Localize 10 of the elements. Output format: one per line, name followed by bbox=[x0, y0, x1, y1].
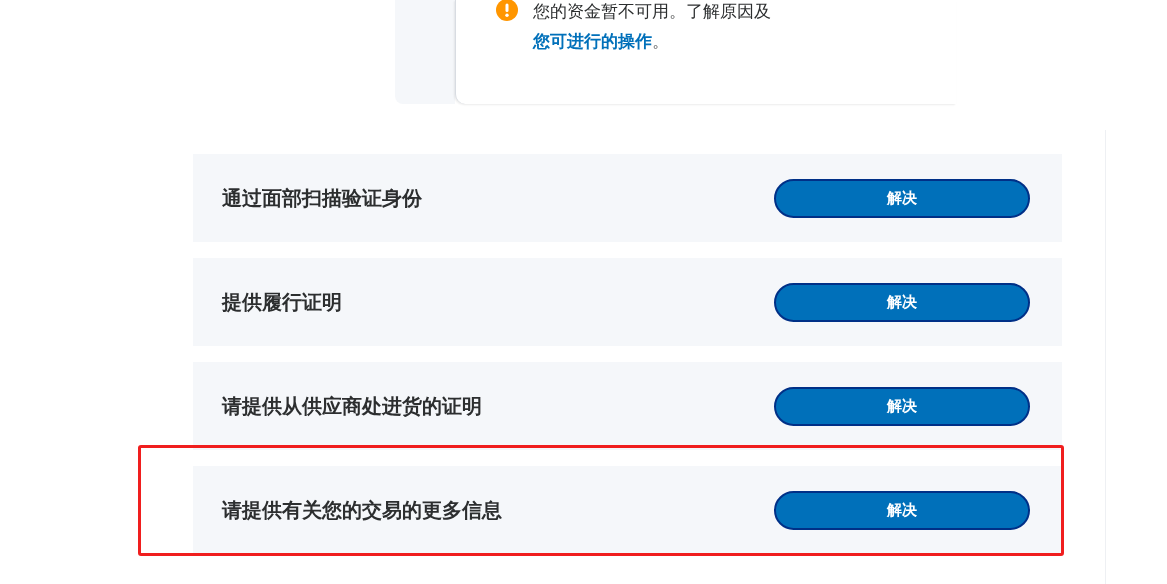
resolve-button[interactable]: 解决 bbox=[774, 386, 1030, 426]
resolve-button[interactable]: 解决 bbox=[774, 178, 1030, 218]
task-title: 请提供有关您的交易的更多信息 bbox=[222, 496, 502, 524]
task-title: 请提供从供应商处进货的证明 bbox=[222, 392, 482, 420]
task-title: 通过面部扫描验证身份 bbox=[222, 184, 422, 212]
task-title: 提供履行证明 bbox=[222, 288, 342, 316]
actions-link[interactable]: 您可进行的操作 bbox=[533, 31, 652, 51]
notice-text: 您的资金暂不可用。了解原因及 您可进行的操作。 bbox=[533, 0, 772, 53]
resolve-button[interactable]: 解决 bbox=[774, 490, 1030, 530]
resolve-button[interactable]: 解决 bbox=[774, 282, 1030, 322]
